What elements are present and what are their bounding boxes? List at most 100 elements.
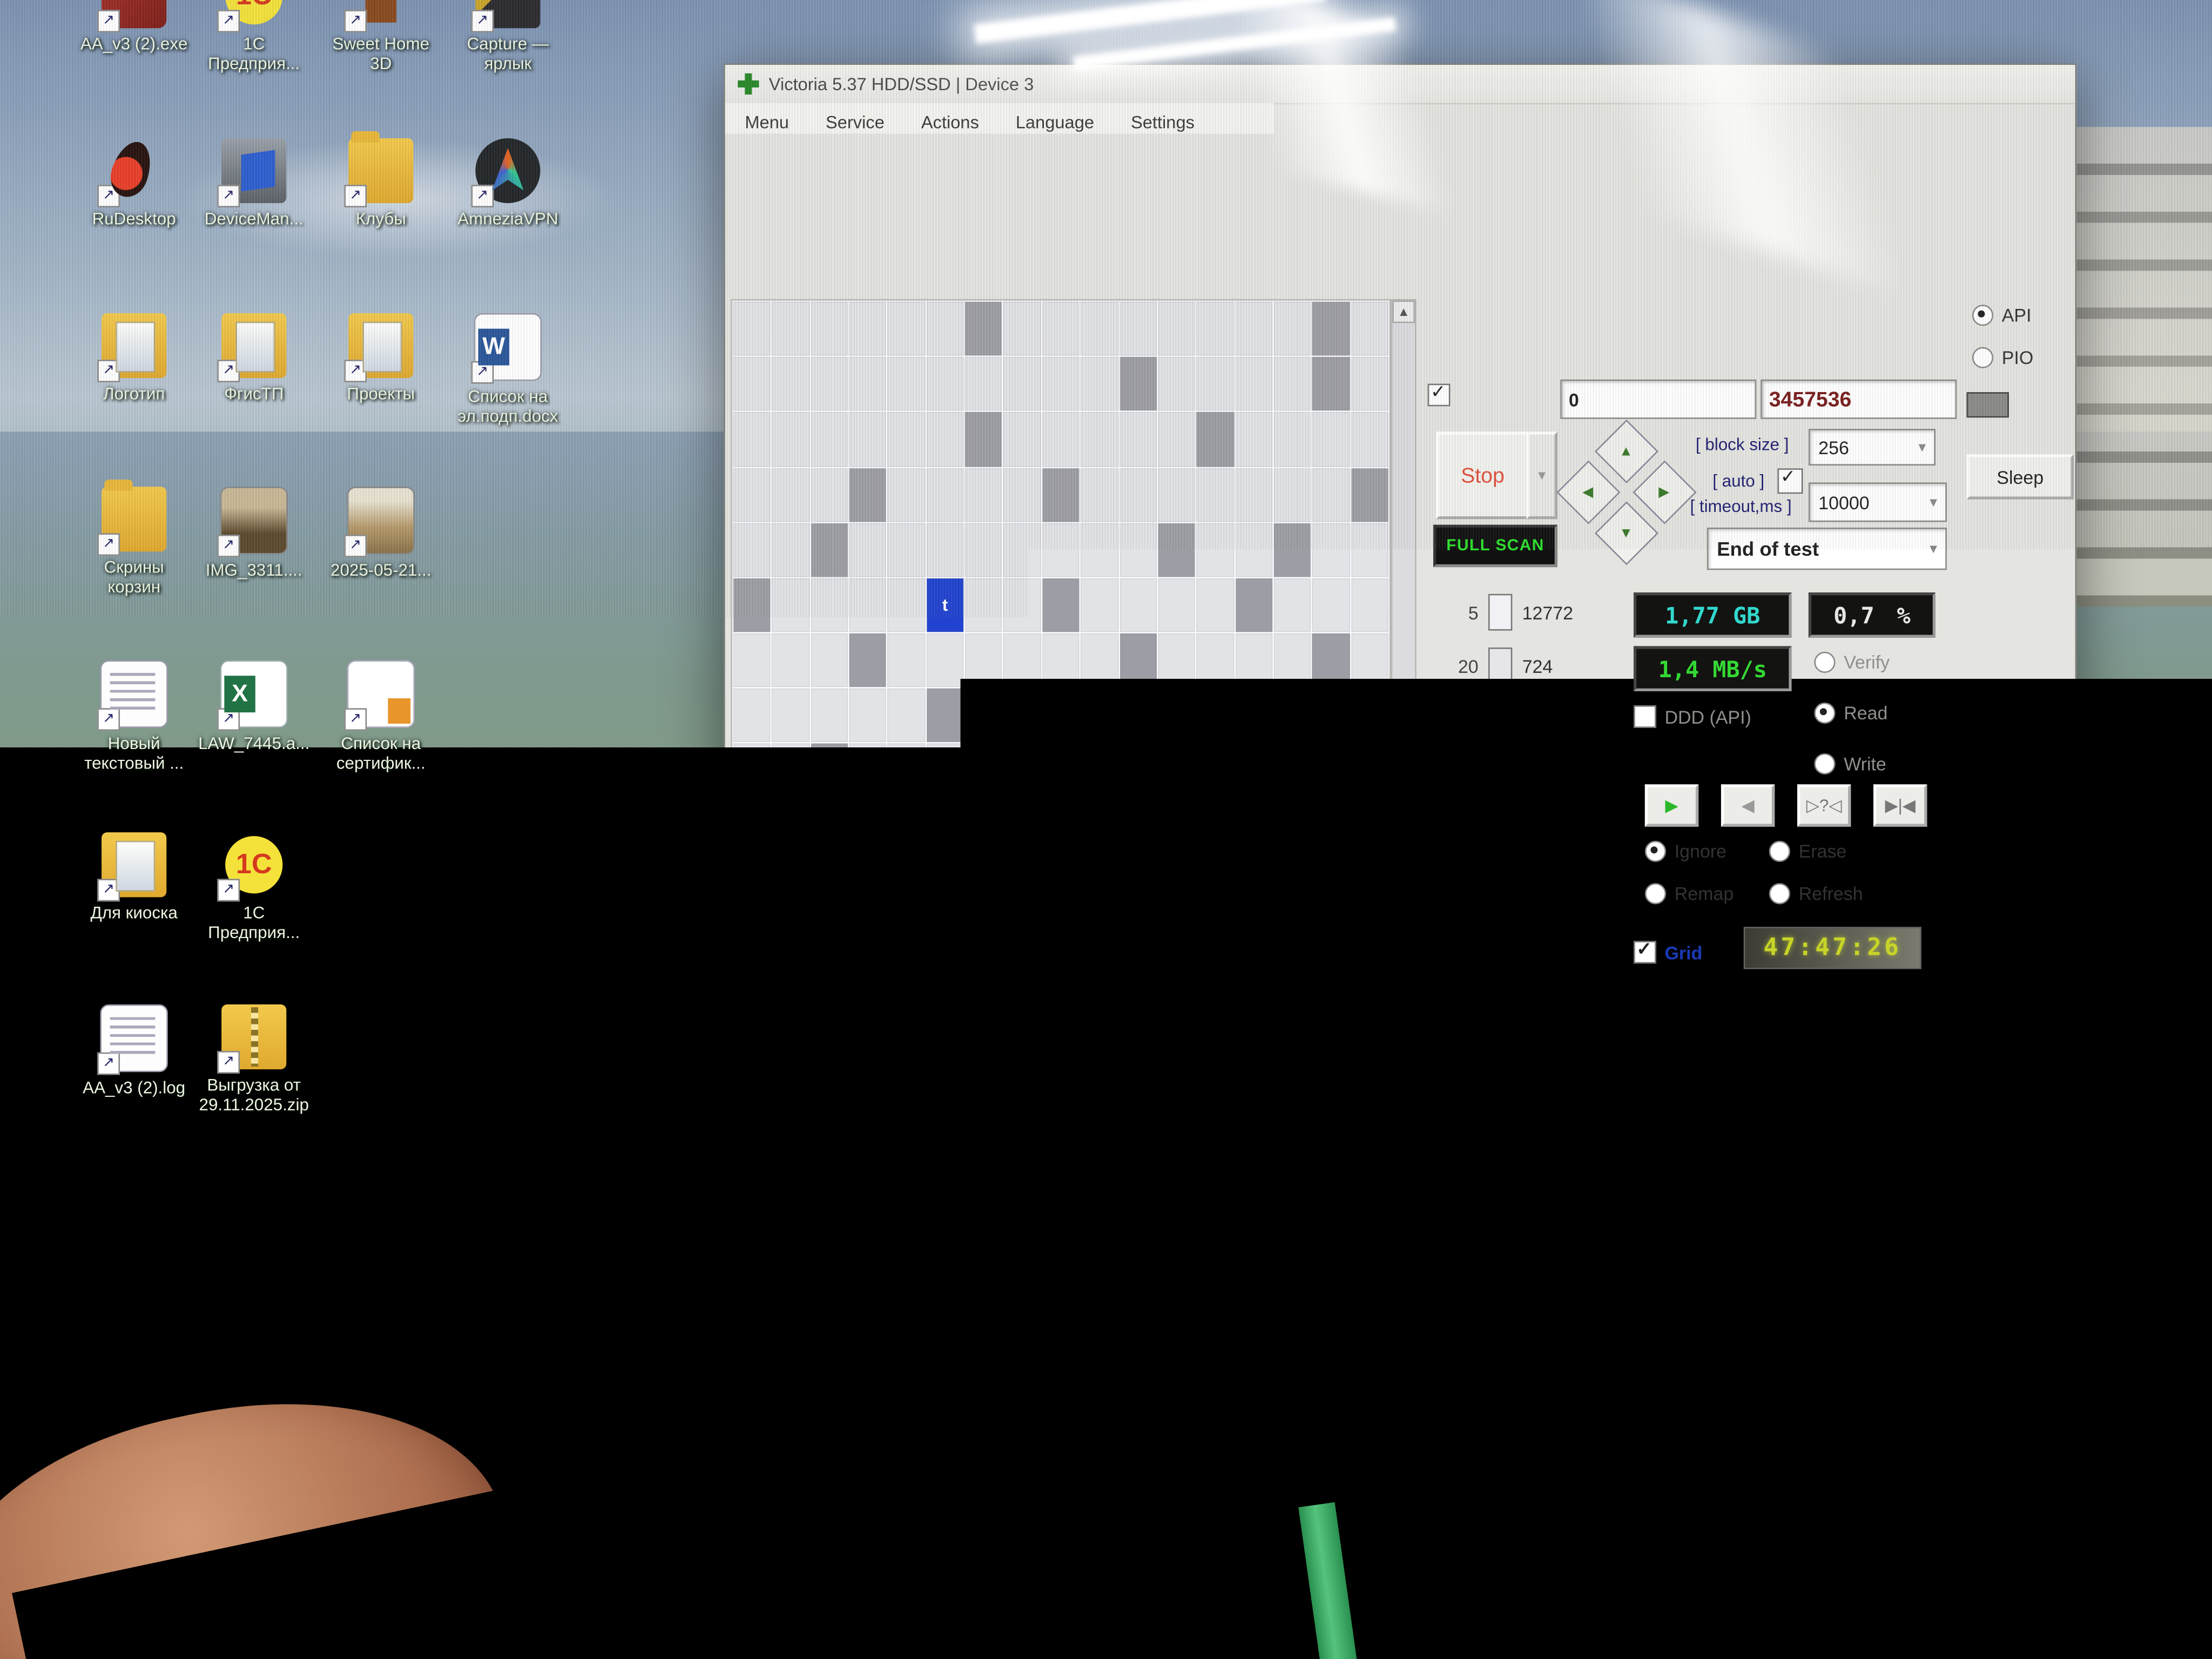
taskbar-whatsapp[interactable]: [842, 1552, 921, 1625]
timer-option[interactable]: Timer: [1428, 384, 1505, 407]
log-scroll-up-icon[interactable]: ▲: [1924, 975, 1941, 992]
desktop-icon-9-exe[interactable]: ↗9.exe: [0, 0, 24, 53]
stop-dropdown-icon[interactable]: ▼: [1526, 431, 1557, 519]
timeout-select[interactable]: 10000▼: [1809, 482, 1947, 522]
ddd-checkbox[interactable]: [1634, 705, 1656, 728]
end-time-field[interactable]: 12:00 ▲▼: [1425, 330, 1536, 372]
action-radio[interactable]: [1645, 841, 1666, 862]
desktop-icon-проекты[interactable]: ↗Проекты: [318, 313, 444, 403]
desktop-icon-law_7445-a-[interactable]: ↗LAW_7445.a...: [191, 660, 318, 753]
desktop-icon-для-киоска[interactable]: ↗Для киоска: [71, 832, 198, 922]
recall-button[interactable]: Recall: [1961, 564, 2074, 610]
ddd-option[interactable]: DDD (API): [1634, 705, 1751, 728]
desktop-icon-новый[interactable]: ↗Новый текстовый ...: [71, 660, 198, 773]
nav-up-button[interactable]: ▲: [1595, 420, 1658, 483]
nav-right-button[interactable]: ▶: [1633, 461, 1696, 524]
toolbar-break-button[interactable]: Break All: [1972, 186, 2071, 257]
taskbar-app-window[interactable]: [505, 1552, 584, 1625]
end-cur-button[interactable]: CUR: [1859, 300, 1901, 326]
desktop-icon-1с[interactable]: ↗1С Предприя...: [191, 832, 318, 942]
start-zero-button[interactable]: 0: [1710, 300, 1744, 326]
timer-start-field[interactable]: 0: [1560, 380, 1756, 419]
desktop-icon-фгистп[interactable]: ↗ФгисТП: [191, 313, 318, 403]
scroll-down-icon[interactable]: ▼: [1392, 947, 1415, 969]
seek-error-button[interactable]: ▷?◁: [1797, 784, 1851, 826]
view-buffer-live[interactable]: View Buffer Live: [1914, 103, 2064, 141]
mode-radio[interactable]: [1814, 703, 1835, 724]
end-time-spinner[interactable]: ▲▼: [1523, 343, 1532, 360]
action-refresh[interactable]: Refresh: [1769, 883, 1863, 904]
taskbar-yandex-browser[interactable]: [592, 1552, 671, 1625]
block-size-select[interactable]: 256▼: [1809, 429, 1936, 466]
api-option[interactable]: API: [1972, 305, 2032, 326]
start-lba-field[interactable]: 0: [1560, 330, 1756, 372]
close-button[interactable]: ✕: [2051, 73, 2066, 96]
desktop-icon-img_3311-[interactable]: ↗IMG_3311....: [191, 487, 318, 579]
nav-down-button[interactable]: ▼: [1595, 501, 1658, 565]
menu-menu[interactable]: Menu: [745, 112, 789, 132]
toolbar-logs-button[interactable]: SMART Logs: [1007, 186, 1125, 276]
desktop-icon-capture-[interactable]: ↗Capture — ярлык: [444, 0, 571, 73]
event-log[interactable]: ▲ ▼ 15:17:05Block start at 3456512 (2 GB…: [728, 973, 1944, 1130]
seek-end-button[interactable]: ▶|◀: [1873, 784, 1927, 826]
mode-radio[interactable]: [1814, 652, 1835, 673]
taskbar-1c-app[interactable]: 1: [1013, 1552, 1092, 1625]
hints-checkbox[interactable]: [1950, 999, 1972, 1021]
log-scroll-down-icon[interactable]: ▼: [1924, 1109, 1941, 1125]
hints-option[interactable]: Hints: [1950, 999, 2022, 1021]
stop-button[interactable]: Stop: [1436, 431, 1529, 519]
scroll-up-icon[interactable]: ▲: [1392, 300, 1415, 323]
sound-checkbox[interactable]: [1950, 954, 1972, 976]
title-bar[interactable]: Victoria 5.37 HDD/SSD | Device 3 — □ ✕: [725, 65, 2075, 104]
sound-option[interactable]: Sound: [1950, 954, 2034, 976]
maximize-button[interactable]: □: [2004, 73, 2015, 95]
action-ignore[interactable]: Ignore: [1645, 841, 1727, 862]
desktop-icon-логотип[interactable]: ↗Логотип: [71, 313, 198, 403]
action-erase[interactable]: Erase: [1769, 841, 1847, 862]
back-button[interactable]: ◀: [1721, 784, 1775, 826]
desktop-icon-1с[interactable]: ↗1С Предприя...: [191, 0, 318, 73]
desktop-icon-esk[interactable]: ↗esk: [0, 138, 24, 228]
start-cur-button[interactable]: CUR: [1662, 300, 1704, 326]
api-radio[interactable]: [1972, 305, 1993, 326]
desktop-icon-aa_v3-2-exe[interactable]: ↗AA_v3 (2).exe: [71, 0, 198, 53]
nav-left-button[interactable]: ◀: [1556, 461, 1620, 524]
desktop-icon-t-net[interactable]: ↗t.net: [0, 313, 24, 406]
desktop-icon-x64-exe[interactable]: ↗x64.exe: [0, 660, 24, 751]
toolbar-edit-button[interactable]: Disk Editor: [1323, 186, 1441, 276]
sleep-button[interactable]: Sleep: [1966, 454, 2074, 500]
action-radio[interactable]: [1645, 883, 1666, 904]
minimize-button[interactable]: —: [1948, 73, 1967, 95]
menu-settings[interactable]: Settings: [1131, 112, 1195, 132]
mode-radio[interactable]: [1814, 753, 1835, 774]
end-of-test-select[interactable]: End of test▼: [1707, 528, 1947, 570]
mode-verify[interactable]: Verify: [1814, 652, 1890, 673]
desktop-icon-ом-к-[interactable]: ↗ом-К...: [0, 487, 24, 577]
menu-service[interactable]: Service: [826, 112, 885, 132]
mode-write[interactable]: Write: [1814, 753, 1886, 774]
map-scrollbar[interactable]: ▲ ▼: [1391, 299, 1417, 970]
timer-checkbox[interactable]: [1428, 384, 1451, 407]
toolbar-test-button[interactable]: Test & Repair: [1159, 186, 1278, 276]
desktop-icon-скрины[interactable]: ↗Скрины корзин: [71, 487, 198, 597]
play-button[interactable]: ▶: [1645, 784, 1698, 826]
desktop-icon-deviceman-[interactable]: ↗DeviceMan...: [191, 138, 318, 228]
desktop-icon-aa_v3-2-log[interactable]: ↗AA_v3 (2).log: [71, 1004, 198, 1097]
desktop-icon-amneziavpn[interactable]: ↗AmneziaVPN: [444, 138, 571, 228]
end-max-button[interactable]: MAX: [1905, 300, 1950, 326]
desktop-icon-клубы[interactable]: ↗Клубы: [318, 138, 444, 228]
menu-actions[interactable]: Actions: [921, 112, 979, 132]
mode-read[interactable]: Read: [1814, 703, 1887, 724]
taskbar-green-cross-app[interactable]: [1099, 1552, 1178, 1625]
action-radio[interactable]: [1769, 841, 1790, 862]
log-scrollbar[interactable]: ▲ ▼: [1923, 975, 1943, 1126]
timer-end-field[interactable]: 3457536: [1761, 380, 1957, 419]
desktop-icon-список-на[interactable]: ↗Список на эл.подп.docx: [444, 313, 571, 426]
menu-help[interactable]: Help: [1803, 103, 1839, 141]
grid-checkbox[interactable]: [1634, 941, 1656, 963]
taskbar-chrome[interactable]: [760, 1552, 839, 1625]
menu-language[interactable]: Language: [1016, 112, 1094, 132]
desktop-icon-sweet-home[interactable]: ↗Sweet Home 3D: [318, 0, 444, 73]
desktop-icon-mium-[interactable]: ↗mium...: [0, 832, 24, 922]
taskbar-telegram[interactable]: 180: [926, 1552, 1004, 1625]
